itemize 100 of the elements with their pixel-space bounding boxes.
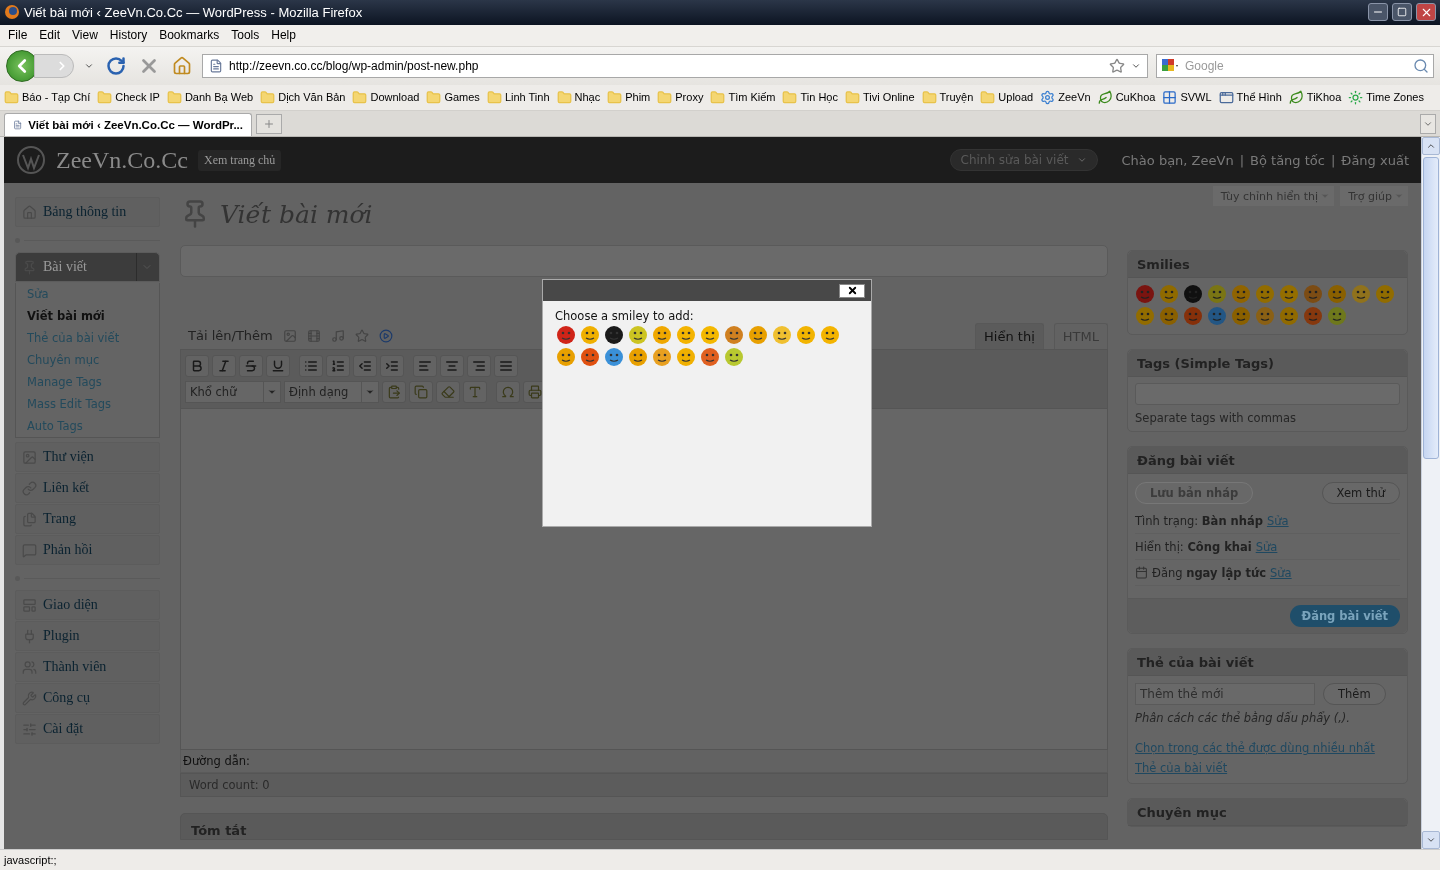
- bookmark-link[interactable]: Time Zones: [1348, 89, 1424, 105]
- admin-menu-item[interactable]: Công cụ: [15, 683, 160, 714]
- menu-item[interactable]: View: [66, 28, 104, 43]
- search-engine-icon[interactable]: [1161, 57, 1179, 74]
- italic-button[interactable]: [212, 355, 236, 378]
- bookmark-link[interactable]: Linh Tinh: [486, 89, 550, 105]
- reload-icon[interactable]: [104, 55, 128, 76]
- text-color-button[interactable]: [463, 381, 487, 404]
- admin-menu-item[interactable]: Cài đặt: [15, 714, 160, 745]
- tab-list-button[interactable]: [1420, 114, 1436, 135]
- smiley-icon[interactable]: [723, 325, 745, 346]
- editor-mode-tab[interactable]: Hiển thị: [975, 323, 1044, 350]
- smiley-icon[interactable]: [651, 325, 673, 346]
- bookmark-link[interactable]: Tivi Online: [844, 89, 915, 105]
- image-icon[interactable]: [282, 329, 297, 344]
- smiley-icon[interactable]: [579, 325, 601, 346]
- smiley-icon[interactable]: [627, 347, 649, 368]
- music-icon[interactable]: [330, 329, 345, 344]
- bookmark-link[interactable]: Check IP: [97, 89, 160, 105]
- admin-menu-item[interactable]: Thành viên: [15, 652, 160, 683]
- bookmark-link[interactable]: Tin Học: [782, 89, 838, 105]
- align-left-button[interactable]: [413, 355, 437, 378]
- outdent-button[interactable]: [353, 355, 377, 378]
- bookmark-link[interactable]: Tìm Kiếm: [710, 89, 776, 105]
- strikethrough-button[interactable]: [239, 355, 263, 378]
- minimize-button[interactable]: [1368, 3, 1388, 22]
- scrollbar[interactable]: [1421, 137, 1440, 850]
- new-tab-button[interactable]: [256, 114, 282, 135]
- indent-button[interactable]: [380, 355, 404, 378]
- film-icon[interactable]: [306, 329, 321, 344]
- smiley-icon[interactable]: [747, 325, 769, 346]
- underline-button[interactable]: [266, 355, 290, 378]
- bookmark-link[interactable]: Dịch Văn Bản: [260, 89, 346, 105]
- admin-menu-item[interactable]: Thư viện: [15, 442, 160, 473]
- admin-menu-item[interactable]: Plugin: [15, 621, 160, 652]
- publish-button[interactable]: Đăng bài viết: [1289, 605, 1400, 628]
- bookmark-link[interactable]: SVWL: [1162, 89, 1212, 105]
- bookmark-link[interactable]: TiKhoa: [1288, 89, 1342, 105]
- smiley-icon[interactable]: [603, 347, 625, 368]
- smiley-icon[interactable]: [651, 347, 673, 368]
- scroll-thumb[interactable]: [1423, 157, 1439, 460]
- bookmark-link[interactable]: Danh Bạ Web: [166, 89, 254, 105]
- smiley-icon[interactable]: [699, 347, 721, 368]
- new-tag-input[interactable]: Thêm thẻ mới: [1135, 683, 1315, 706]
- bookmark-link[interactable]: Truyện: [921, 89, 974, 105]
- bookmark-link[interactable]: Báo - Tạp Chí: [4, 89, 91, 105]
- smiley-icon[interactable]: [675, 325, 697, 346]
- menu-item[interactable]: History: [103, 28, 154, 43]
- search-field[interactable]: Google: [1156, 53, 1434, 78]
- header-link[interactable]: Đăng xuất: [1341, 152, 1409, 168]
- admin-menu-item[interactable]: Phản hồi: [15, 535, 160, 566]
- menu-item[interactable]: Tools: [225, 28, 266, 43]
- menu-item[interactable]: File: [2, 28, 34, 43]
- smiley-icon[interactable]: [555, 347, 577, 368]
- restore-button[interactable]: [1392, 3, 1412, 22]
- close-button[interactable]: [839, 283, 865, 298]
- bookmark-link[interactable]: Proxy: [657, 89, 704, 105]
- numbered-list-button[interactable]: [326, 355, 350, 378]
- paste-text-button[interactable]: [382, 381, 406, 404]
- browser-tab[interactable]: Viết bài mới ‹ ZeeVn.Co.Cc — WordPr...: [4, 113, 252, 137]
- search-icon[interactable]: [1413, 57, 1429, 74]
- admin-menu-item[interactable]: Bài viết: [15, 252, 160, 283]
- bookmark-link[interactable]: Download: [352, 89, 420, 105]
- bookmark-link[interactable]: Games: [426, 89, 480, 105]
- smiley-icon[interactable]: [675, 347, 697, 368]
- eraser-button[interactable]: [436, 381, 460, 404]
- smiley-icon[interactable]: [555, 325, 577, 346]
- submenu-item[interactable]: Viết bài mới: [16, 305, 159, 328]
- bookmark-link[interactable]: Phim: [607, 89, 651, 105]
- bookmark-link[interactable]: Thể Hình: [1218, 89, 1282, 105]
- preview-button[interactable]: Xem thử: [1321, 482, 1400, 505]
- menu-item[interactable]: Bookmarks: [153, 28, 226, 43]
- bookmark-link[interactable]: CuKhoa: [1097, 89, 1156, 105]
- bookmark-link[interactable]: Upload: [980, 89, 1034, 105]
- align-right-button[interactable]: [467, 355, 491, 378]
- header-link[interactable]: Bộ tăng tốc: [1250, 152, 1325, 168]
- format-select[interactable]: Định dạng: [284, 381, 379, 404]
- smiley-icon[interactable]: [819, 325, 841, 346]
- bookmark-link[interactable]: Nhạc: [556, 89, 601, 105]
- url-field[interactable]: http://zeevn.co.cc/blog/wp-admin/post-new.php: [202, 53, 1148, 78]
- play-circle-icon[interactable]: [378, 329, 393, 344]
- align-justify-button[interactable]: [494, 355, 518, 378]
- smiley-icon[interactable]: [795, 325, 817, 346]
- admin-menu-item[interactable]: Liên kết: [15, 473, 160, 504]
- star-icon[interactable]: [1109, 57, 1125, 74]
- smiley-icon[interactable]: [723, 347, 745, 368]
- smiley-icon[interactable]: [627, 325, 649, 346]
- admin-menu-item[interactable]: Giao diện: [15, 590, 160, 621]
- bullet-list-button[interactable]: [299, 355, 323, 378]
- add-tag-button[interactable]: Thêm: [1323, 683, 1386, 706]
- menu-item[interactable]: Help: [265, 28, 302, 43]
- format-select[interactable]: Khổ chữ: [185, 381, 281, 404]
- close-button[interactable]: [1416, 3, 1436, 22]
- smiley-icon[interactable]: [603, 325, 625, 346]
- menu-item[interactable]: Edit: [33, 28, 67, 43]
- smiley-icon[interactable]: [579, 347, 601, 368]
- bookmark-link[interactable]: ZeeVn: [1040, 89, 1091, 105]
- smiley-icon[interactable]: [699, 325, 721, 346]
- admin-menu-item[interactable]: Trang: [15, 504, 160, 535]
- title-input[interactable]: [180, 245, 1108, 278]
